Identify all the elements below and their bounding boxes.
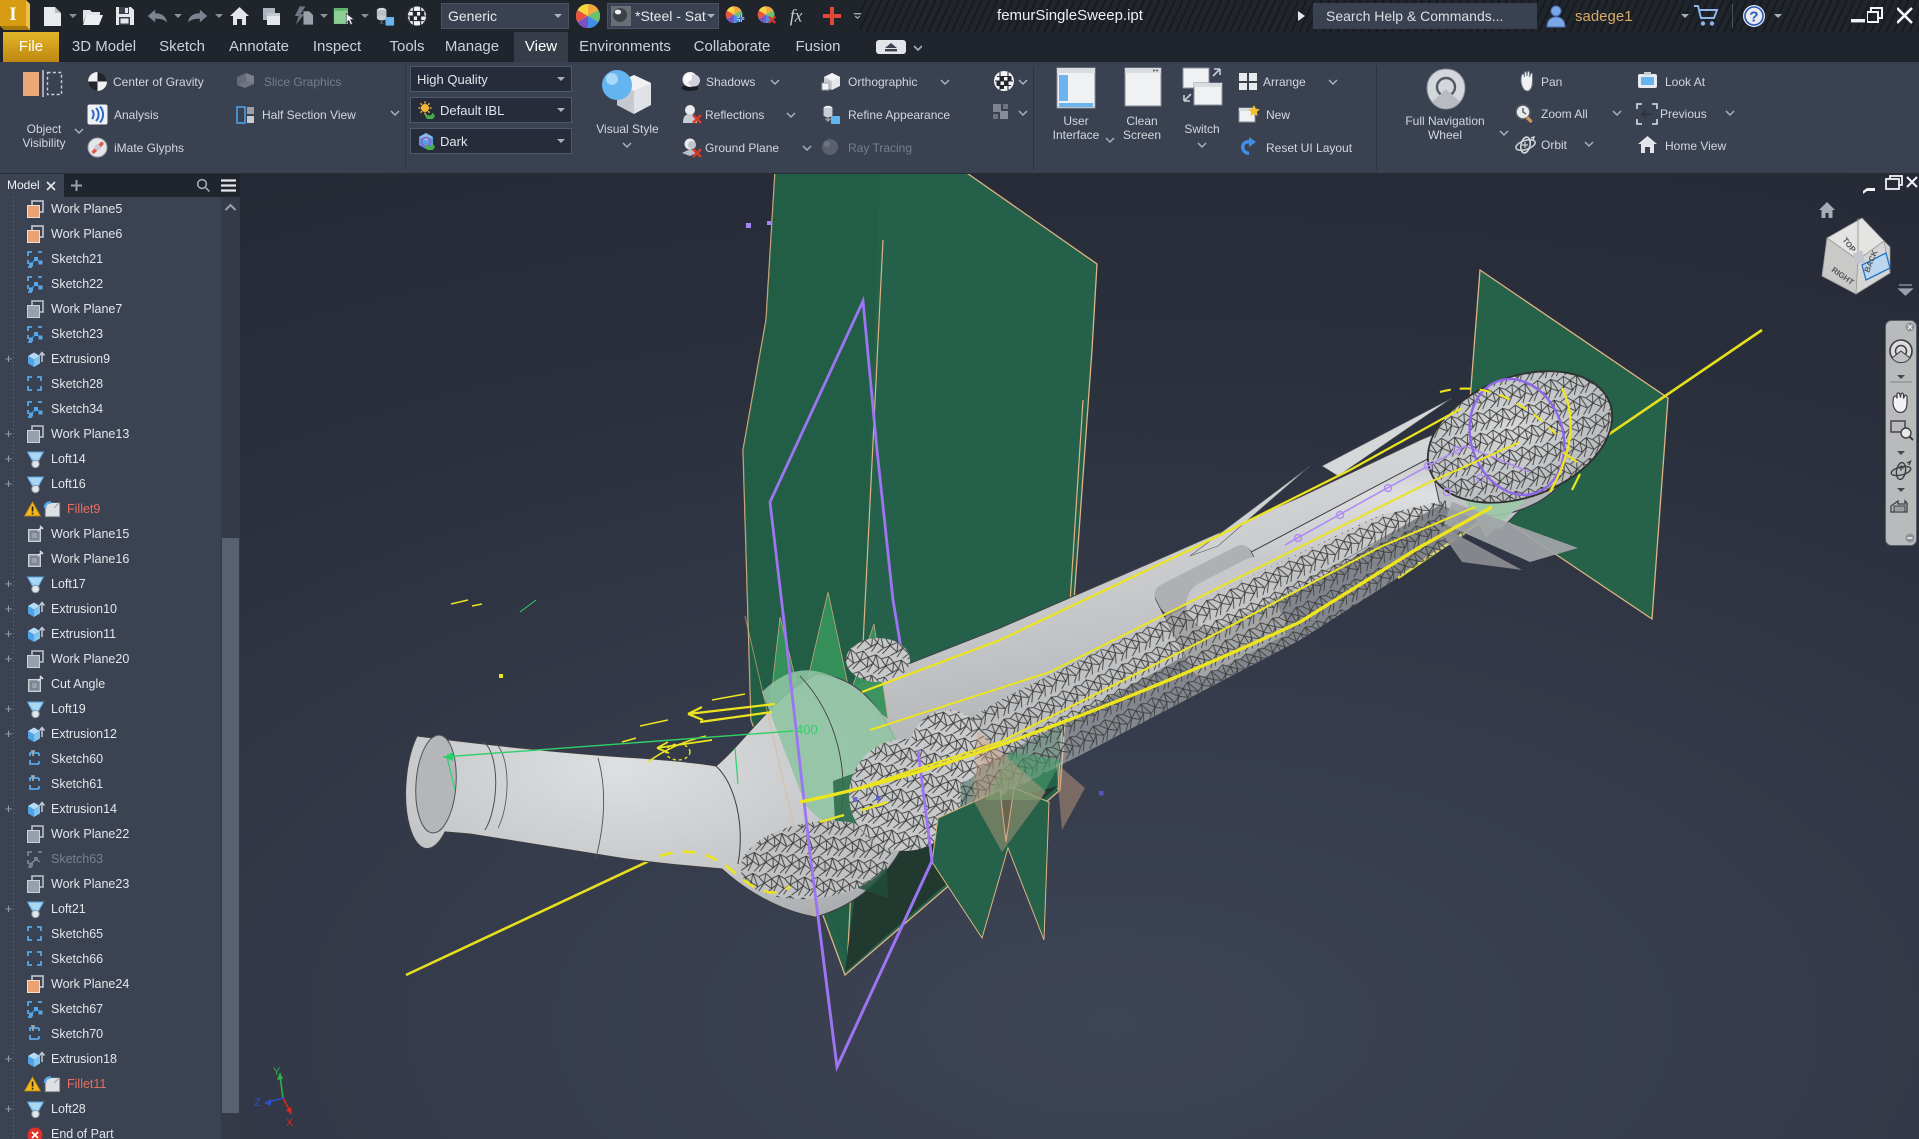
svg-text:Z: Z bbox=[254, 1097, 261, 1109]
svg-text:X: X bbox=[286, 1117, 294, 1129]
svg-text:fx: fx bbox=[790, 6, 803, 26]
svg-text:I: I bbox=[9, 4, 16, 25]
svg-text:Y: Y bbox=[273, 1066, 281, 1078]
svg-text:400: 400 bbox=[796, 722, 818, 737]
svg-text:?: ? bbox=[1749, 9, 1758, 26]
